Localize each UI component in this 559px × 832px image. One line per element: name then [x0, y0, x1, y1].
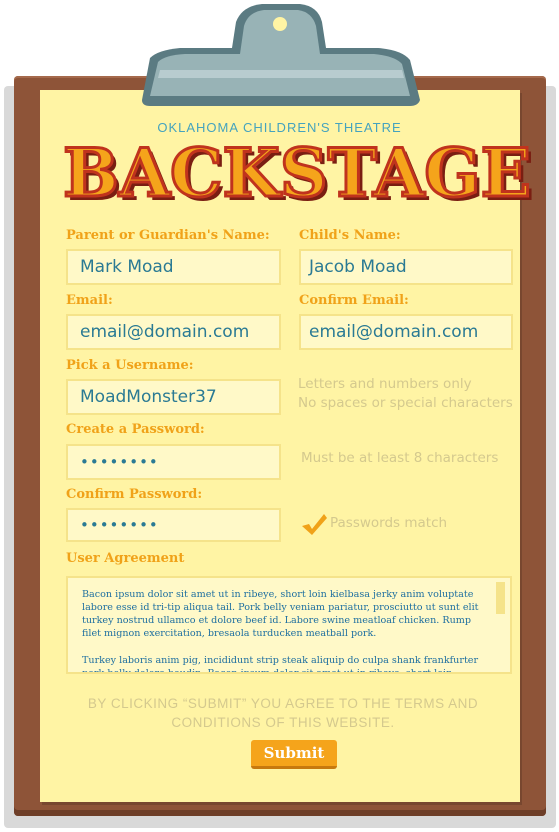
logo-text: BACKSTAGE	[63, 140, 531, 208]
confirm-email-input[interactable]: email@domain.com	[299, 314, 513, 350]
agreement-paragraph: Bacon ipsum dolor sit amet ut in ribeye,…	[82, 589, 479, 639]
user-agreement-text: Bacon ipsum dolor sit amet ut in ribeye,…	[82, 588, 480, 674]
agreement-scrollbar-thumb[interactable]	[496, 582, 505, 614]
submit-button[interactable]: Submit	[251, 740, 337, 769]
child-name-input[interactable]: Jacob Moad	[299, 249, 513, 285]
username-input[interactable]: MoadMonster37	[66, 379, 281, 415]
parent-name-input[interactable]: Mark Moad	[66, 249, 281, 285]
confirm-password-label: Confirm Password:	[66, 487, 203, 502]
parent-name-label: Parent or Guardian's Name:	[66, 228, 270, 243]
checkmark-icon	[302, 514, 327, 535]
user-agreement-textbox[interactable]: Bacon ipsum dolor sit amet ut in ribeye,…	[66, 576, 512, 674]
password-label: Create a Password:	[66, 422, 205, 437]
password-input[interactable]: ••••••••	[66, 444, 281, 480]
email-input[interactable]: email@domain.com	[66, 314, 281, 350]
username-hint-line2: No spaces or special characters	[298, 395, 513, 411]
password-hint: Must be at least 8 characters	[301, 450, 499, 466]
confirm-email-label: Confirm Email:	[299, 293, 409, 308]
clipboard-clip-icon	[142, 4, 420, 106]
password-match-status: Passwords match	[330, 515, 448, 531]
organization-name: OKLAHOMA CHILDREN'S THEATRE	[157, 120, 402, 135]
child-name-label: Child's Name:	[299, 228, 401, 243]
username-label: Pick a Username:	[66, 358, 194, 373]
username-hint-line1: Letters and numbers only	[298, 376, 472, 392]
email-label: Email:	[66, 293, 113, 308]
backstage-logo: BACKSTAGE BACKSTAGE	[62, 140, 532, 208]
agreement-paragraph: Turkey laboris anim pig, incididunt stri…	[82, 655, 479, 674]
user-agreement-label: User Agreement	[66, 551, 185, 566]
confirm-password-input[interactable]: ••••••••	[66, 508, 281, 542]
terms-disclaimer: BY CLICKING “SUBMIT” YOU AGREE TO THE TE…	[87, 696, 479, 730]
